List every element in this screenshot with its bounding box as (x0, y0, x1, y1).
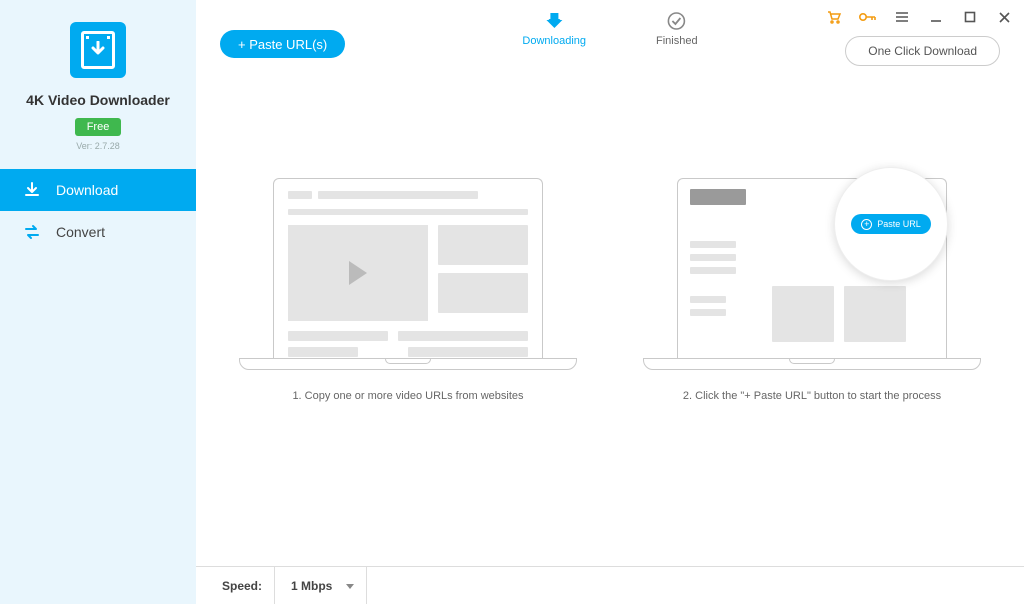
mini-paste-label: Paste URL (877, 219, 921, 229)
laptop-illustration-1 (239, 178, 577, 370)
plus-icon: + (861, 219, 872, 230)
magnifier-callout: + Paste URL (834, 167, 948, 281)
step-1-caption: 1. Copy one or more video URLs from webs… (292, 390, 523, 402)
sidebar-item-label: Download (56, 182, 118, 198)
minimize-icon[interactable] (926, 8, 946, 26)
tab-finished[interactable]: Finished (656, 10, 698, 47)
app-title: 4K Video Downloader (26, 92, 170, 108)
sidebar-item-convert[interactable]: Convert (0, 211, 196, 253)
step-2-caption: 2. Click the "+ Paste URL" button to sta… (683, 390, 941, 402)
paste-url-button[interactable]: + Paste URL(s) (220, 30, 345, 58)
convert-icon (22, 222, 42, 242)
play-icon (349, 261, 367, 285)
app-window: 4K Video Downloader Free Ver: 2.7.28 Dow… (0, 0, 1024, 604)
sidebar-item-download[interactable]: Download (0, 169, 196, 211)
step-2: + Paste URL 2. Click the "+ Paste URL" b… (643, 178, 981, 402)
tab-label: Downloading (522, 35, 586, 47)
app-logo (70, 22, 126, 78)
mini-paste-url-pill: + Paste URL (851, 214, 931, 234)
step-1: 1. Copy one or more video URLs from webs… (239, 178, 577, 402)
logo-area: 4K Video Downloader Free Ver: 2.7.28 (0, 0, 196, 151)
cart-icon[interactable] (824, 8, 844, 26)
tab-downloading[interactable]: Downloading (522, 10, 586, 47)
one-click-download-button[interactable]: One Click Download (845, 36, 1000, 66)
sidebar: 4K Video Downloader Free Ver: 2.7.28 Dow… (0, 0, 196, 604)
status-bar: Speed: 1 Mbps (196, 566, 1024, 604)
laptop-illustration-2: + Paste URL (643, 178, 981, 370)
key-icon[interactable] (858, 8, 878, 26)
free-badge: Free (75, 118, 122, 136)
speed-label: Speed: (210, 567, 275, 604)
tab-label: Finished (656, 35, 698, 47)
close-icon[interactable] (994, 8, 1014, 26)
sidebar-nav: Download Convert (0, 169, 196, 253)
speed-value: 1 Mbps (291, 579, 332, 593)
version-label: Ver: 2.7.28 (76, 141, 120, 151)
menu-icon[interactable] (892, 8, 912, 26)
speed-select[interactable]: 1 Mbps (275, 567, 367, 604)
download-icon (22, 180, 42, 200)
main-area: Downloading Finished + Paste URL(s) One … (196, 0, 1024, 604)
downloading-icon (543, 10, 565, 32)
titlebar-controls (824, 8, 1014, 26)
maximize-icon[interactable] (960, 8, 980, 26)
finished-icon (666, 10, 688, 32)
tabs: Downloading Finished (522, 10, 697, 47)
instructions-area: 1. Copy one or more video URLs from webs… (196, 72, 1024, 566)
sidebar-item-label: Convert (56, 224, 105, 240)
video-placeholder-icon (288, 225, 428, 321)
